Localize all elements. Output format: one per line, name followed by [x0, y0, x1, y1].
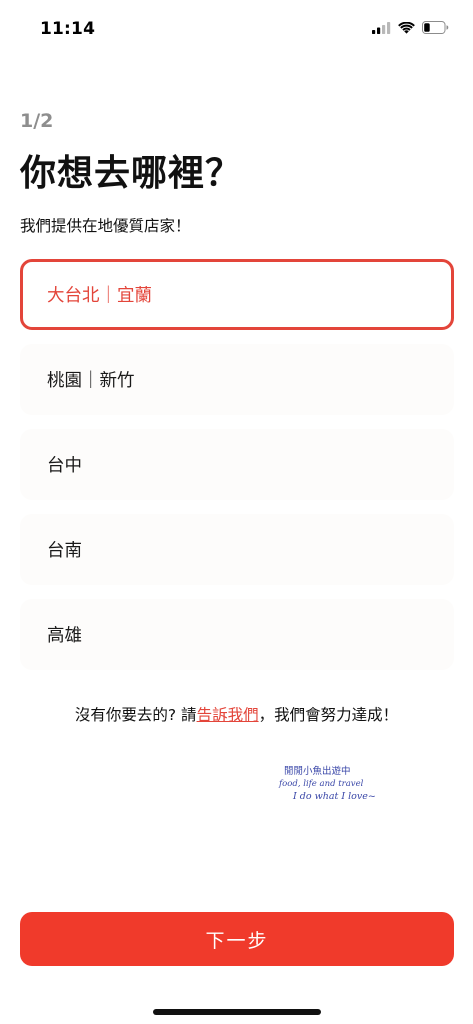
option-label: 大台北｜宜蘭 — [47, 286, 152, 306]
region-options-list: 大台北｜宜蘭 桃園｜新竹 台中 台南 高雄 — [20, 259, 454, 684]
page-subtitle: 我們提供在地優質店家！ — [20, 217, 191, 235]
battery-icon — [422, 21, 449, 34]
option-label: 高雄 — [47, 626, 82, 646]
option-tainan[interactable]: 台南 — [20, 514, 454, 585]
home-indicator — [153, 1009, 321, 1015]
option-taichung[interactable]: 台中 — [20, 429, 454, 500]
watermark-line-2: food, life and travel — [278, 779, 364, 789]
option-label: 桃園｜新竹 — [47, 371, 135, 391]
helper-text: 沒有你要去的? 請告訴我們，我們會努力達成！ — [0, 703, 473, 725]
cellular-signal-icon — [372, 21, 391, 34]
step-indicator: 1/2 — [20, 110, 54, 132]
next-step-button[interactable]: 下一步 — [20, 912, 454, 966]
status-icons — [372, 21, 449, 34]
wifi-icon — [398, 21, 415, 34]
status-time: 11:14 — [40, 19, 96, 39]
option-label: 台中 — [47, 456, 82, 476]
watermark-line-1: 閒閒小魚出遊中 — [284, 765, 351, 777]
option-taipei-yilan[interactable]: 大台北｜宜蘭 — [20, 259, 454, 330]
helper-prefix: 沒有你要去的? 請 — [74, 706, 197, 724]
status-bar: 11:14 — [0, 0, 473, 54]
page-title: 你想去哪裡？ — [20, 153, 243, 194]
watermark: 閒閒小魚出遊中 food, life and travel I do what … — [278, 765, 376, 802]
option-label: 台南 — [47, 541, 82, 561]
option-taoyuan-hsinchu[interactable]: 桃園｜新竹 — [20, 344, 454, 415]
option-kaohsiung[interactable]: 高雄 — [20, 599, 454, 670]
contact-us-link[interactable]: 告訴我們 — [197, 706, 259, 724]
helper-suffix: ，我們會努力達成！ — [258, 706, 399, 724]
watermark-line-3: I do what I love~ — [292, 791, 376, 802]
